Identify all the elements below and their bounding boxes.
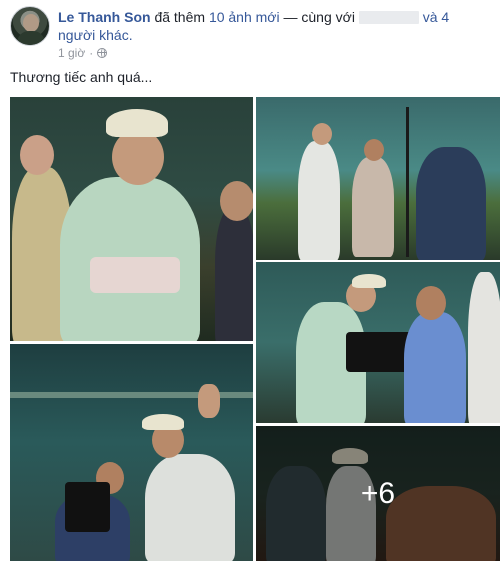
camera-crew — [416, 147, 486, 260]
raised-hand — [198, 384, 220, 418]
separator-dot: · — [89, 46, 94, 60]
tagged-user-redacted — [358, 11, 419, 24]
added-photos-link[interactable]: 10 ảnh mới — [209, 9, 280, 25]
more-photos-overlay[interactable]: +6 — [256, 426, 500, 561]
person-right — [215, 207, 253, 341]
author-name-link[interactable]: Le Thanh Son — [58, 9, 151, 25]
photo-3[interactable] — [10, 344, 253, 561]
man-blue-shirt — [404, 312, 466, 423]
person-left-head — [20, 135, 54, 175]
post-meta: 1 giờ · — [58, 46, 108, 60]
action-text: đã thêm — [154, 9, 206, 25]
post-caption: Thương tiếc anh quá... — [10, 69, 153, 85]
man-blue-head — [416, 286, 446, 320]
globe-icon[interactable] — [97, 48, 108, 58]
photo-2[interactable] — [256, 97, 500, 260]
man-white-shirt — [298, 141, 340, 260]
man-striped — [352, 157, 394, 257]
person-edge — [468, 272, 500, 423]
person-center-cap — [106, 109, 168, 137]
post-header: Le Thanh Son đã thêm 10 ảnh mới — cùng v… — [58, 8, 478, 44]
camera — [65, 482, 110, 532]
author-avatar[interactable] — [10, 6, 50, 46]
photo-4[interactable] — [256, 262, 500, 423]
post-timestamp[interactable]: 1 giờ — [58, 46, 85, 60]
man-white-head — [312, 123, 332, 145]
tripod — [406, 107, 409, 257]
script-pages — [90, 257, 180, 293]
photo-1[interactable] — [10, 97, 253, 341]
with-text: — cùng với — [283, 9, 355, 25]
photo-5-more[interactable]: +6 — [256, 426, 500, 561]
person-right-head — [220, 181, 253, 221]
avatar-body — [17, 31, 45, 45]
person-center-head — [112, 129, 164, 185]
man-striped-head — [364, 139, 384, 161]
man-directing — [145, 454, 235, 561]
man-directing-cap — [142, 414, 184, 430]
avatar-face — [23, 14, 39, 32]
facebook-post: Le Thanh Son đã thêm 10 ảnh mới — cùng v… — [0, 0, 504, 563]
more-photos-count: +6 — [360, 476, 396, 510]
man-polo-cap — [352, 274, 386, 288]
